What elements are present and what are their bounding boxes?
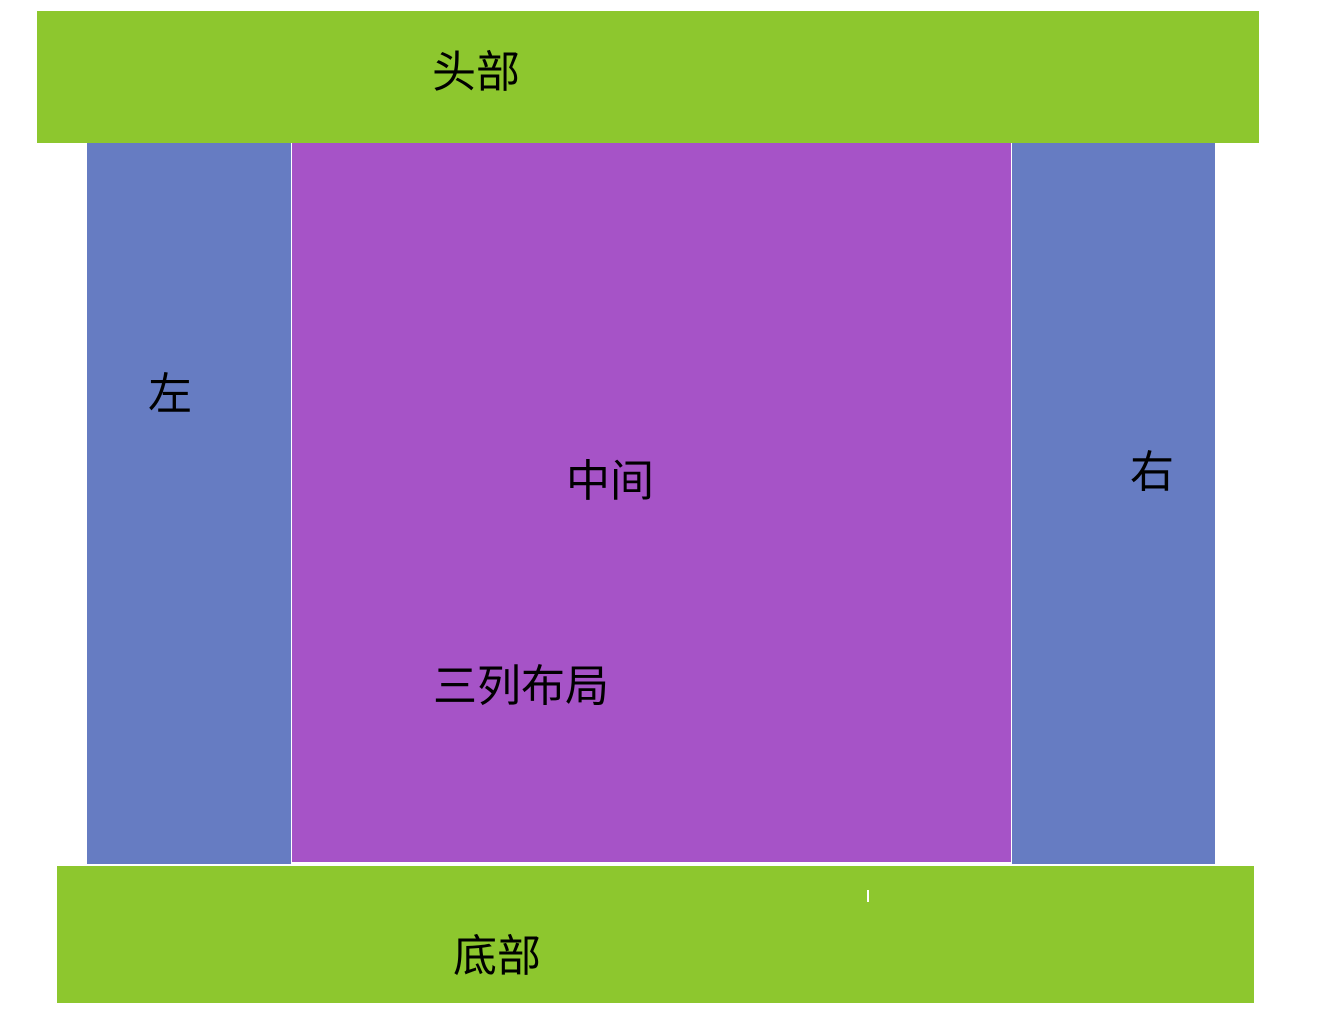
middle-label: 中间 [566, 456, 654, 507]
header-label: 头部 [432, 47, 520, 98]
left-label: 左 [148, 369, 192, 420]
text-cursor-mark [867, 890, 869, 902]
left-column [87, 143, 291, 864]
right-column [1012, 143, 1215, 864]
layout-caption: 三列布局 [433, 661, 609, 712]
right-label: 右 [1130, 447, 1174, 498]
header-block [37, 11, 1259, 143]
footer-label: 底部 [453, 931, 541, 982]
footer-block [57, 866, 1254, 1003]
